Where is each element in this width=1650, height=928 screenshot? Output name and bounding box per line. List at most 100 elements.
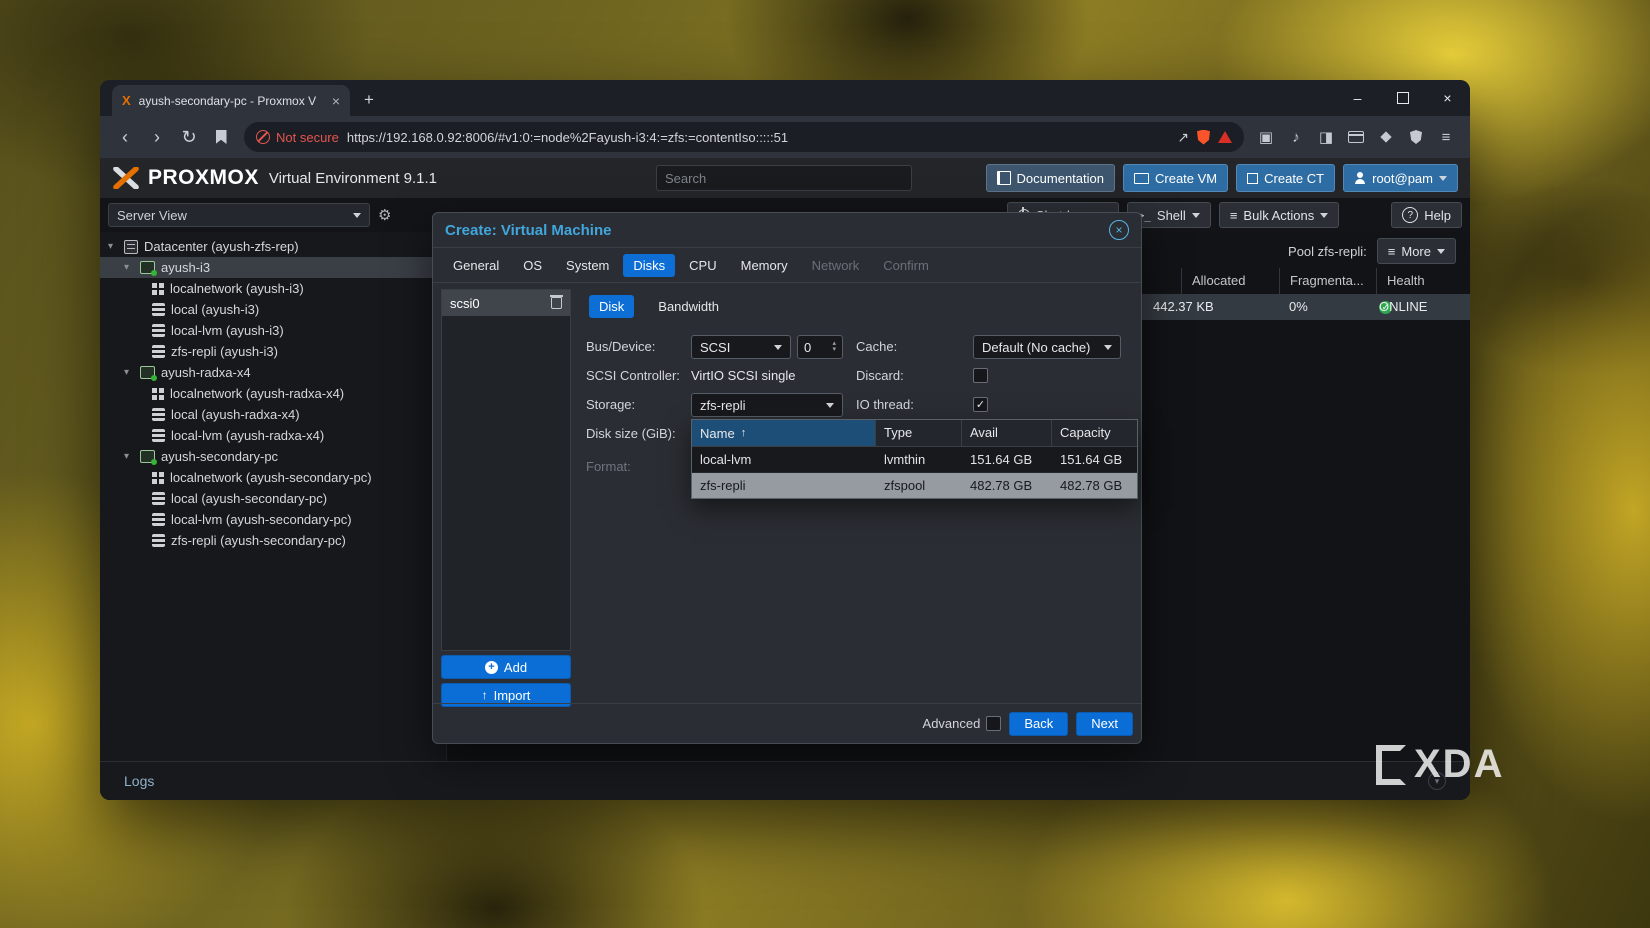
- wallet-icon[interactable]: [1342, 123, 1370, 151]
- search-input[interactable]: [656, 165, 912, 191]
- cache-select[interactable]: Default (No cache): [973, 335, 1121, 359]
- tree-label: localnetwork (ayush-radxa-x4): [170, 386, 344, 401]
- proxmox-favicon-icon: X: [122, 93, 131, 108]
- shield-check-icon[interactable]: [1402, 123, 1430, 151]
- shell-label: Shell: [1157, 208, 1186, 223]
- tree-label: ayush-secondary-pc: [161, 449, 278, 464]
- subtab-disk[interactable]: Disk: [589, 295, 634, 318]
- tree-node-ayush-secondary-pc[interactable]: ▾ ayush-secondary-pc: [100, 446, 446, 467]
- tree-node-ayush-radxa-x4[interactable]: ▾ ayush-radxa-x4: [100, 362, 446, 383]
- gear-icon[interactable]: ⚙: [378, 206, 391, 224]
- import-label: Import: [494, 688, 531, 703]
- tree-item-storage[interactable]: zfs-repli (ayush-i3): [100, 341, 446, 362]
- server-view-select[interactable]: Server View: [108, 203, 370, 227]
- sort-asc-icon: ↑: [741, 421, 747, 446]
- back-nav-icon[interactable]: ‹: [110, 122, 140, 152]
- maximize-button[interactable]: [1380, 80, 1425, 116]
- dropdown-row-local-lvm[interactable]: local-lvm lvmthin 151.64 GB 151.64 GB: [692, 447, 1137, 473]
- tab-cpu[interactable]: CPU: [679, 254, 726, 277]
- url-bar[interactable]: Not secure https://192.168.0.92:8006/#v1…: [244, 122, 1244, 152]
- documentation-button[interactable]: Documentation: [986, 164, 1115, 192]
- maximize-icon: [1397, 92, 1409, 104]
- subtab-bandwidth[interactable]: Bandwidth: [648, 295, 729, 318]
- back-button[interactable]: Back: [1009, 712, 1068, 736]
- form-row-bus: Bus/Device: SCSI 0 ▴▾ Cache: Default (No…: [581, 335, 1133, 359]
- bookmark-icon[interactable]: [206, 122, 236, 152]
- bulk-actions-button[interactable]: ≡ Bulk Actions: [1219, 202, 1339, 228]
- xda-text: XDA: [1414, 742, 1504, 787]
- chevron-down-icon[interactable]: ▾: [124, 262, 134, 273]
- tab-disks[interactable]: Disks: [623, 254, 675, 277]
- trash-icon[interactable]: [551, 297, 562, 309]
- sidebar-panel-icon[interactable]: ▣: [1252, 123, 1280, 151]
- disk-list-item-scsi0[interactable]: scsi0: [442, 290, 570, 316]
- tree-item-storage[interactable]: local (ayush-secondary-pc): [100, 488, 446, 509]
- bus-number-stepper[interactable]: 0 ▴▾: [797, 335, 843, 359]
- dropdown-header-name[interactable]: Name ↑: [692, 420, 876, 446]
- tree-node-ayush-i3[interactable]: ▾ ayush-i3: [100, 257, 446, 278]
- next-button[interactable]: Next: [1076, 712, 1133, 736]
- tab-memory[interactable]: Memory: [731, 254, 798, 277]
- tree-item-storage[interactable]: local-lvm (ayush-secondary-pc): [100, 509, 446, 530]
- reading-mode-icon[interactable]: ◨: [1312, 123, 1340, 151]
- dialog-close-icon[interactable]: ×: [1109, 220, 1129, 240]
- tab-close-icon[interactable]: ×: [332, 93, 340, 109]
- chevron-down-icon[interactable]: ▾: [124, 451, 134, 462]
- tree-root-datacenter[interactable]: ▾ Datacenter (ayush-zfs-rep): [100, 236, 446, 257]
- tab-general[interactable]: General: [443, 254, 509, 277]
- tree-item-storage[interactable]: local-lvm (ayush-radxa-x4): [100, 425, 446, 446]
- add-button[interactable]: + Add: [441, 655, 571, 679]
- bus-select[interactable]: SCSI: [691, 335, 791, 359]
- storage-icon: [152, 345, 165, 358]
- close-button[interactable]: ×: [1425, 80, 1470, 116]
- advanced-checkbox[interactable]: [986, 716, 1001, 731]
- chevron-down-icon[interactable]: ▾: [108, 241, 118, 252]
- tree-item-storage[interactable]: zfs-repli (ayush-secondary-pc): [100, 530, 446, 551]
- browser-tab[interactable]: X ayush-secondary-pc - Proxmox V ×: [112, 85, 350, 116]
- tree-item-storage[interactable]: local (ayush-radxa-x4): [100, 404, 446, 425]
- tree-item-network[interactable]: localnetwork (ayush-i3): [100, 278, 446, 299]
- format-label: Format:: [586, 455, 631, 479]
- bus-number-value: 0: [804, 340, 811, 355]
- column-allocated[interactable]: Allocated: [1181, 268, 1290, 294]
- rewards-icon[interactable]: [1372, 123, 1400, 151]
- help-button[interactable]: ? Help: [1391, 202, 1462, 228]
- music-note-icon[interactable]: ♪: [1282, 123, 1310, 151]
- user-menu-button[interactable]: root@pam: [1343, 164, 1458, 192]
- logs-panel[interactable]: Logs ▾: [100, 761, 1470, 800]
- chevron-down-icon[interactable]: ▾: [124, 367, 134, 378]
- warning-triangle-icon[interactable]: [1218, 131, 1232, 143]
- share-icon[interactable]: ↗: [1177, 129, 1189, 146]
- create-vm-button[interactable]: Create VM: [1123, 164, 1228, 192]
- new-tab-button[interactable]: +: [356, 87, 382, 113]
- column-health[interactable]: Health: [1376, 268, 1470, 294]
- create-ct-button[interactable]: Create CT: [1236, 164, 1335, 192]
- dialog-header[interactable]: Create: Virtual Machine ×: [433, 213, 1141, 248]
- dropdown-header-capacity[interactable]: Capacity: [1052, 420, 1137, 446]
- tree-item-storage[interactable]: local-lvm (ayush-i3): [100, 320, 446, 341]
- tree-item-storage[interactable]: local (ayush-i3): [100, 299, 446, 320]
- not-secure-badge[interactable]: Not secure: [256, 130, 339, 145]
- io-thread-checkbox[interactable]: [973, 397, 988, 412]
- cube-icon: [1247, 173, 1258, 184]
- menu-icon[interactable]: ≡: [1432, 123, 1460, 151]
- advanced-toggle[interactable]: Advanced: [923, 716, 1002, 731]
- tab-system[interactable]: System: [556, 254, 619, 277]
- reload-icon[interactable]: ↻: [174, 122, 204, 152]
- bus-value: SCSI: [700, 340, 730, 355]
- tree-item-network[interactable]: localnetwork (ayush-radxa-x4): [100, 383, 446, 404]
- forward-nav-icon[interactable]: ›: [142, 122, 172, 152]
- tree-label: ayush-i3: [161, 260, 210, 275]
- minimize-button[interactable]: –: [1335, 80, 1380, 116]
- tree-item-network[interactable]: localnetwork (ayush-secondary-pc): [100, 467, 446, 488]
- brave-shield-icon[interactable]: [1197, 130, 1210, 145]
- dropdown-header-type[interactable]: Type: [876, 420, 962, 446]
- storage-select[interactable]: zfs-repli: [691, 393, 843, 417]
- discard-checkbox[interactable]: [973, 368, 988, 383]
- tab-os[interactable]: OS: [513, 254, 552, 277]
- stepper-arrows-icon[interactable]: ▴▾: [832, 341, 836, 353]
- more-button[interactable]: ≡ More: [1377, 238, 1456, 264]
- dropdown-row-zfs-repli[interactable]: zfs-repli zfspool 482.78 GB 482.78 GB: [692, 473, 1137, 498]
- column-fragmentation[interactable]: Fragmenta...: [1279, 268, 1387, 294]
- dropdown-header-avail[interactable]: Avail: [962, 420, 1052, 446]
